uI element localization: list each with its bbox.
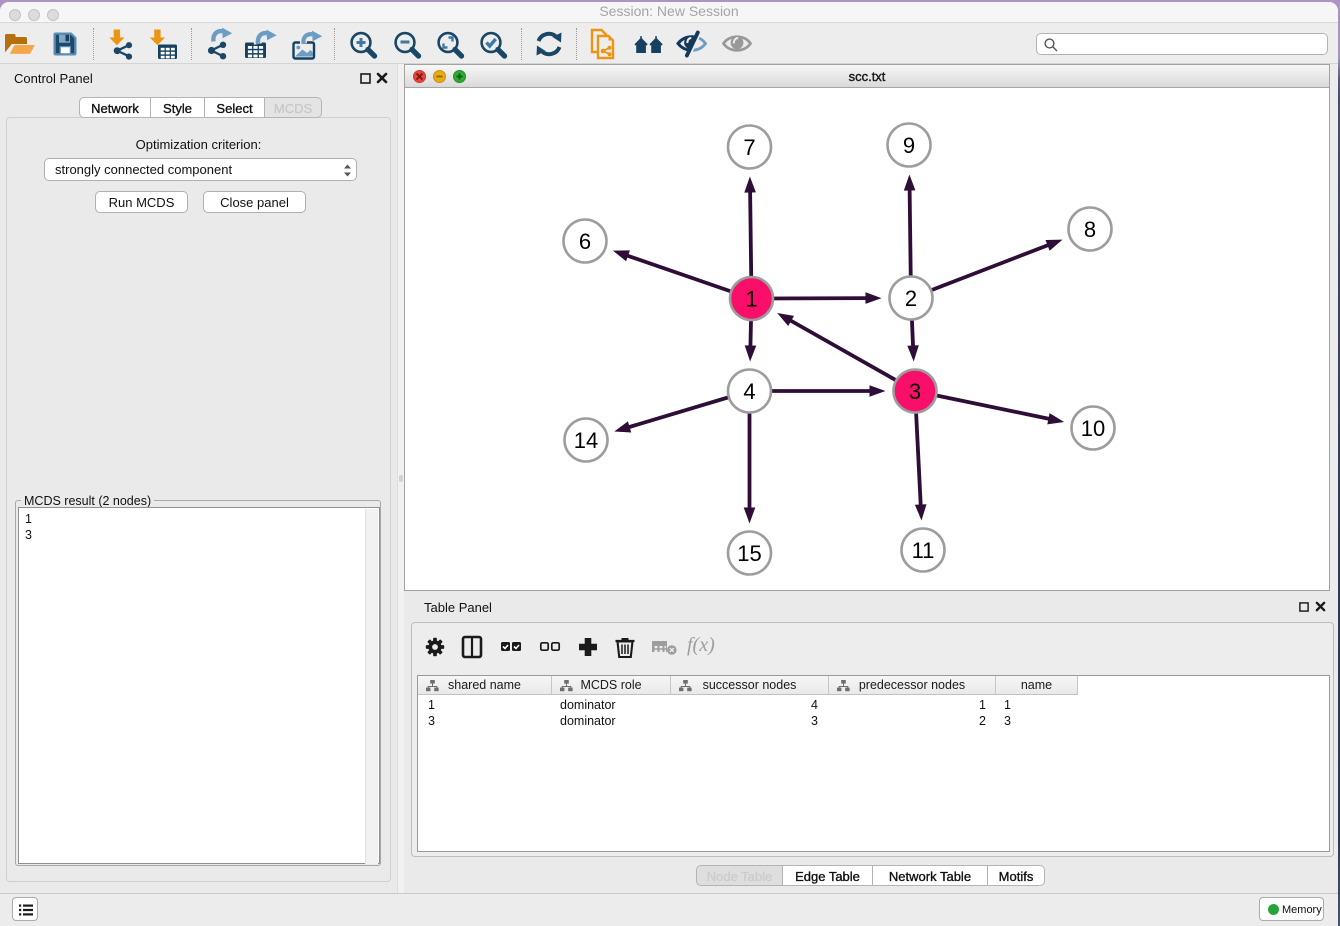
svg-text:10: 10	[1081, 416, 1105, 441]
svg-text:2: 2	[905, 286, 917, 311]
svg-text:6: 6	[579, 229, 591, 254]
svg-text:8: 8	[1084, 217, 1096, 242]
svg-text:4: 4	[743, 379, 755, 404]
svg-text:15: 15	[737, 541, 761, 566]
svg-text:1: 1	[745, 286, 757, 311]
svg-text:9: 9	[903, 133, 915, 158]
svg-text:3: 3	[909, 379, 921, 404]
svg-text:11: 11	[912, 538, 935, 563]
svg-text:14: 14	[574, 428, 598, 453]
svg-text:7: 7	[743, 135, 755, 160]
